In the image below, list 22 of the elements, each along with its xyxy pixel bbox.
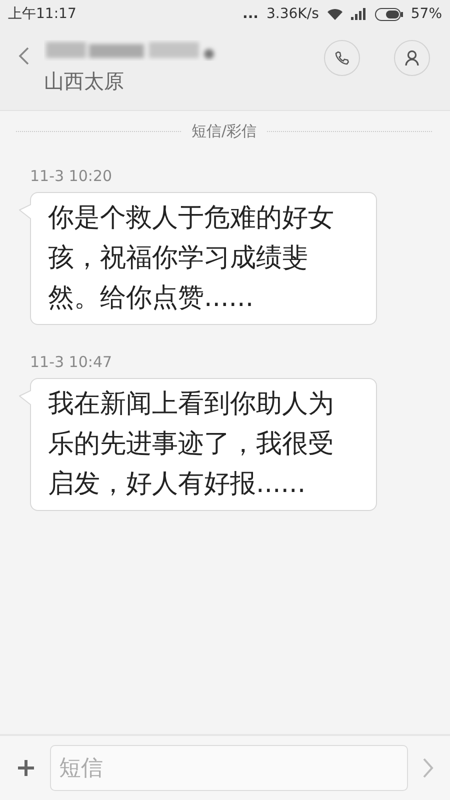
battery-percent: 57%: [410, 6, 442, 22]
person-icon: [405, 50, 419, 66]
wifi-icon: [326, 8, 343, 20]
bubble-tail: [19, 204, 31, 220]
message-bubble: 你是个救人于危难的好女孩，祝福你学习成绩斐然。给你点赞......: [30, 192, 377, 325]
call-button[interactable]: [324, 40, 360, 76]
message-input[interactable]: 短信: [50, 745, 408, 791]
message-time: 11-3 10:20: [30, 167, 114, 185]
phone-icon: [334, 50, 350, 66]
message-bubble: 我在新闻上看到你助人为乐的先进事迹了，我很受启发，好人有好报......: [30, 378, 377, 511]
network-speed: 3.36K/s: [266, 6, 319, 22]
back-button[interactable]: [18, 46, 30, 66]
add-button[interactable]: [16, 758, 36, 778]
contact-button[interactable]: [394, 40, 430, 76]
notification-dots: ...: [242, 6, 258, 22]
bubble-tail: [19, 390, 31, 406]
channel-label: 短信/彩信: [191, 122, 257, 140]
status-time: 上午11:17: [8, 5, 76, 23]
contact-location: 山西太原: [44, 68, 125, 95]
signal-icon: [350, 8, 367, 20]
message-time: 11-3 10:47: [30, 353, 114, 371]
battery-icon: [374, 8, 403, 20]
